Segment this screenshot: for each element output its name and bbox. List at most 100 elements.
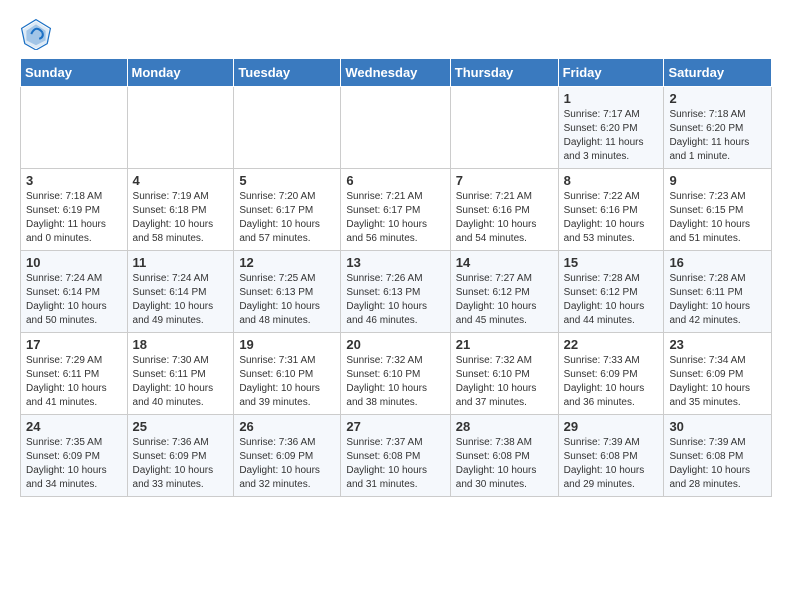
day-number: 17 <box>26 337 122 352</box>
cell-details: Sunrise: 7:31 AM Sunset: 6:10 PM Dayligh… <box>239 354 335 410</box>
cell-details: Sunrise: 7:39 AM Sunset: 6:08 PM Dayligh… <box>669 436 766 492</box>
cell-details: Sunrise: 7:30 AM Sunset: 6:11 PM Dayligh… <box>133 354 229 410</box>
calendar-cell: 12 Sunrise: 7:25 AM Sunset: 6:13 PM Dayli… <box>234 251 341 333</box>
calendar-cell: 22Sunrise: 7:33 AM Sunset: 6:09 PM Dayli… <box>558 333 664 415</box>
day-number: 4 <box>133 173 229 188</box>
cell-details: Sunrise: 7:34 AM Sunset: 6:09 PM Dayligh… <box>669 354 766 410</box>
cell-details: Sunrise: 7:21 AM Sunset: 6:17 PM Dayligh… <box>346 190 444 246</box>
day-number: 15 <box>564 255 659 270</box>
calendar-cell: 4 Sunrise: 7:19 AM Sunset: 6:18 PM Daylig… <box>127 169 234 251</box>
calendar-cell: 2 Sunrise: 7:18 AM Sunset: 6:20 PM Daylig… <box>664 87 772 169</box>
calendar-cell: 9 Sunrise: 7:23 AM Sunset: 6:15 PM Daylig… <box>664 169 772 251</box>
cell-details: Sunrise: 7:36 AM Sunset: 6:09 PM Dayligh… <box>133 436 229 492</box>
day-number: 22 <box>564 337 659 352</box>
calendar-cell: 3 Sunrise: 7:18 AM Sunset: 6:19 PM Daylig… <box>21 169 128 251</box>
calendar-cell: 6 Sunrise: 7:21 AM Sunset: 6:17 PM Daylig… <box>341 169 450 251</box>
weekday-header-wednesday: Wednesday <box>341 59 450 87</box>
day-number: 3 <box>26 173 122 188</box>
day-number: 2 <box>669 91 766 106</box>
cell-details: Sunrise: 7:27 AM Sunset: 6:12 PM Dayligh… <box>456 272 553 328</box>
cell-details: Sunrise: 7:37 AM Sunset: 6:08 PM Dayligh… <box>346 436 444 492</box>
calendar-row: 1Sunrise: 7:17 AM Sunset: 6:20 PM Daylig… <box>21 87 772 169</box>
cell-details: Sunrise: 7:17 AM Sunset: 6:20 PM Dayligh… <box>564 108 659 164</box>
day-number: 20 <box>346 337 444 352</box>
weekday-header-row: SundayMondayTuesdayWednesdayThursdayFrid… <box>21 59 772 87</box>
calendar-row: 3 Sunrise: 7:18 AM Sunset: 6:19 PM Daylig… <box>21 169 772 251</box>
calendar-cell: 30 Sunrise: 7:39 AM Sunset: 6:08 PM Dayli… <box>664 415 772 497</box>
cell-details: Sunrise: 7:21 AM Sunset: 6:16 PM Dayligh… <box>456 190 553 246</box>
day-number: 30 <box>669 419 766 434</box>
cell-details: Sunrise: 7:18 AM Sunset: 6:20 PM Dayligh… <box>669 108 766 164</box>
day-number: 13 <box>346 255 444 270</box>
calendar-table: SundayMondayTuesdayWednesdayThursdayFrid… <box>20 58 772 497</box>
day-number: 6 <box>346 173 444 188</box>
calendar-cell: 15 Sunrise: 7:28 AM Sunset: 6:12 PM Dayli… <box>558 251 664 333</box>
cell-details: Sunrise: 7:22 AM Sunset: 6:16 PM Dayligh… <box>564 190 659 246</box>
calendar-cell: 5 Sunrise: 7:20 AM Sunset: 6:17 PM Daylig… <box>234 169 341 251</box>
day-number: 21 <box>456 337 553 352</box>
cell-details: Sunrise: 7:23 AM Sunset: 6:15 PM Dayligh… <box>669 190 766 246</box>
weekday-header-friday: Friday <box>558 59 664 87</box>
calendar-cell: 18 Sunrise: 7:30 AM Sunset: 6:11 PM Dayli… <box>127 333 234 415</box>
cell-details: Sunrise: 7:19 AM Sunset: 6:18 PM Dayligh… <box>133 190 229 246</box>
calendar-cell: 1Sunrise: 7:17 AM Sunset: 6:20 PM Daylig… <box>558 87 664 169</box>
day-number: 9 <box>669 173 766 188</box>
weekday-header-sunday: Sunday <box>21 59 128 87</box>
day-number: 18 <box>133 337 229 352</box>
calendar-cell: 19 Sunrise: 7:31 AM Sunset: 6:10 PM Dayli… <box>234 333 341 415</box>
calendar-cell: 23 Sunrise: 7:34 AM Sunset: 6:09 PM Dayli… <box>664 333 772 415</box>
logo <box>20 18 56 50</box>
calendar-cell: 21 Sunrise: 7:32 AM Sunset: 6:10 PM Dayli… <box>450 333 558 415</box>
day-number: 27 <box>346 419 444 434</box>
cell-details: Sunrise: 7:26 AM Sunset: 6:13 PM Dayligh… <box>346 272 444 328</box>
day-number: 8 <box>564 173 659 188</box>
page-header <box>0 0 792 58</box>
calendar-cell: 14 Sunrise: 7:27 AM Sunset: 6:12 PM Dayli… <box>450 251 558 333</box>
day-number: 23 <box>669 337 766 352</box>
cell-details: Sunrise: 7:18 AM Sunset: 6:19 PM Dayligh… <box>26 190 122 246</box>
cell-details: Sunrise: 7:24 AM Sunset: 6:14 PM Dayligh… <box>26 272 122 328</box>
generalblue-icon <box>20 18 52 50</box>
calendar-cell: 11Sunrise: 7:24 AM Sunset: 6:14 PM Dayli… <box>127 251 234 333</box>
cell-details: Sunrise: 7:20 AM Sunset: 6:17 PM Dayligh… <box>239 190 335 246</box>
logo-container <box>20 18 56 50</box>
calendar-cell: 28 Sunrise: 7:38 AM Sunset: 6:08 PM Dayli… <box>450 415 558 497</box>
calendar-cell: 8 Sunrise: 7:22 AM Sunset: 6:16 PM Daylig… <box>558 169 664 251</box>
cell-details: Sunrise: 7:38 AM Sunset: 6:08 PM Dayligh… <box>456 436 553 492</box>
day-number: 28 <box>456 419 553 434</box>
cell-details: Sunrise: 7:36 AM Sunset: 6:09 PM Dayligh… <box>239 436 335 492</box>
day-number: 7 <box>456 173 553 188</box>
cell-details: Sunrise: 7:39 AM Sunset: 6:08 PM Dayligh… <box>564 436 659 492</box>
calendar-cell <box>127 87 234 169</box>
cell-details: Sunrise: 7:28 AM Sunset: 6:11 PM Dayligh… <box>669 272 766 328</box>
day-number: 29 <box>564 419 659 434</box>
weekday-header-tuesday: Tuesday <box>234 59 341 87</box>
calendar-cell <box>234 87 341 169</box>
calendar-cell: 20 Sunrise: 7:32 AM Sunset: 6:10 PM Dayli… <box>341 333 450 415</box>
day-number: 14 <box>456 255 553 270</box>
calendar-cell: 29 Sunrise: 7:39 AM Sunset: 6:08 PM Dayli… <box>558 415 664 497</box>
calendar-cell: 25 Sunrise: 7:36 AM Sunset: 6:09 PM Dayli… <box>127 415 234 497</box>
cell-details: Sunrise: 7:32 AM Sunset: 6:10 PM Dayligh… <box>346 354 444 410</box>
calendar-cell: 17 Sunrise: 7:29 AM Sunset: 6:11 PM Dayli… <box>21 333 128 415</box>
cell-details: Sunrise: 7:24 AM Sunset: 6:14 PM Dayligh… <box>133 272 229 328</box>
calendar-row: 17 Sunrise: 7:29 AM Sunset: 6:11 PM Dayli… <box>21 333 772 415</box>
cell-details: Sunrise: 7:28 AM Sunset: 6:12 PM Dayligh… <box>564 272 659 328</box>
day-number: 19 <box>239 337 335 352</box>
day-number: 12 <box>239 255 335 270</box>
cell-details: Sunrise: 7:32 AM Sunset: 6:10 PM Dayligh… <box>456 354 553 410</box>
cell-details: Sunrise: 7:25 AM Sunset: 6:13 PM Dayligh… <box>239 272 335 328</box>
day-number: 5 <box>239 173 335 188</box>
calendar-cell <box>21 87 128 169</box>
calendar-cell: 27 Sunrise: 7:37 AM Sunset: 6:08 PM Dayli… <box>341 415 450 497</box>
day-number: 24 <box>26 419 122 434</box>
calendar-cell <box>450 87 558 169</box>
day-number: 16 <box>669 255 766 270</box>
calendar-cell: 26Sunrise: 7:36 AM Sunset: 6:09 PM Dayli… <box>234 415 341 497</box>
cell-details: Sunrise: 7:29 AM Sunset: 6:11 PM Dayligh… <box>26 354 122 410</box>
weekday-header-saturday: Saturday <box>664 59 772 87</box>
calendar-cell: 24Sunrise: 7:35 AM Sunset: 6:09 PM Dayli… <box>21 415 128 497</box>
calendar-cell: 16 Sunrise: 7:28 AM Sunset: 6:11 PM Dayli… <box>664 251 772 333</box>
calendar-row: 24Sunrise: 7:35 AM Sunset: 6:09 PM Dayli… <box>21 415 772 497</box>
day-number: 25 <box>133 419 229 434</box>
